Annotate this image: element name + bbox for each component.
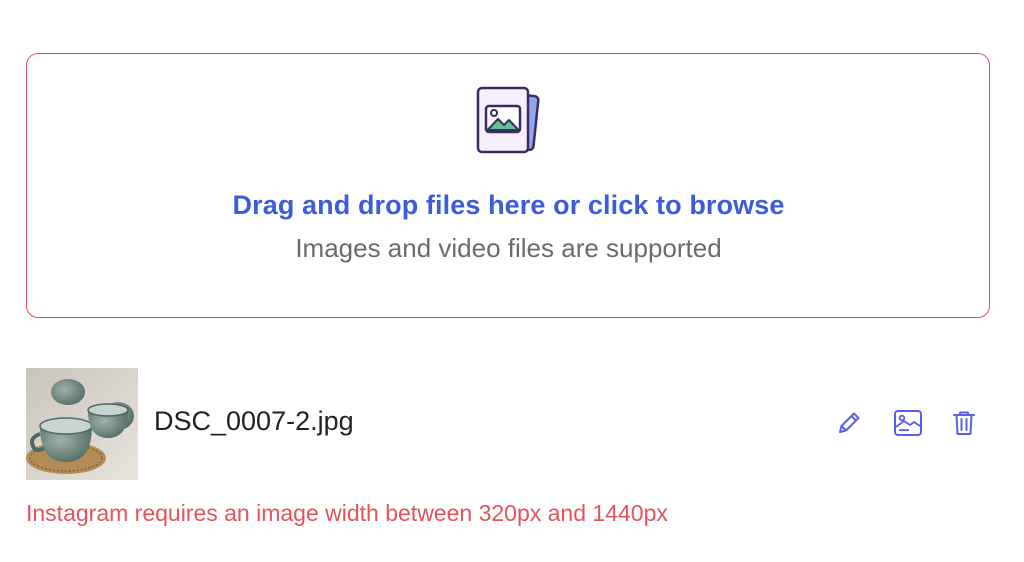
error-message: Instagram requires an image width betwee…: [26, 500, 668, 526]
uploaded-file-row: DSC_0007-2.jpg: [26, 368, 990, 480]
dropzone-subtitle: Images and video files are supported: [295, 233, 722, 263]
edit-button[interactable]: [832, 406, 866, 440]
file-thumbnail: [26, 368, 138, 480]
dropzone-title[interactable]: Drag and drop files here or click to bro…: [0, 190, 1017, 221]
image-icon: [894, 410, 922, 436]
delete-button[interactable]: [947, 406, 981, 440]
pencil-icon: [839, 412, 860, 433]
preview-button[interactable]: [891, 406, 925, 440]
file-name: DSC_0007-2.jpg: [154, 406, 354, 436]
image-upload-icon: [476, 86, 540, 154]
trash-icon: [953, 411, 975, 435]
